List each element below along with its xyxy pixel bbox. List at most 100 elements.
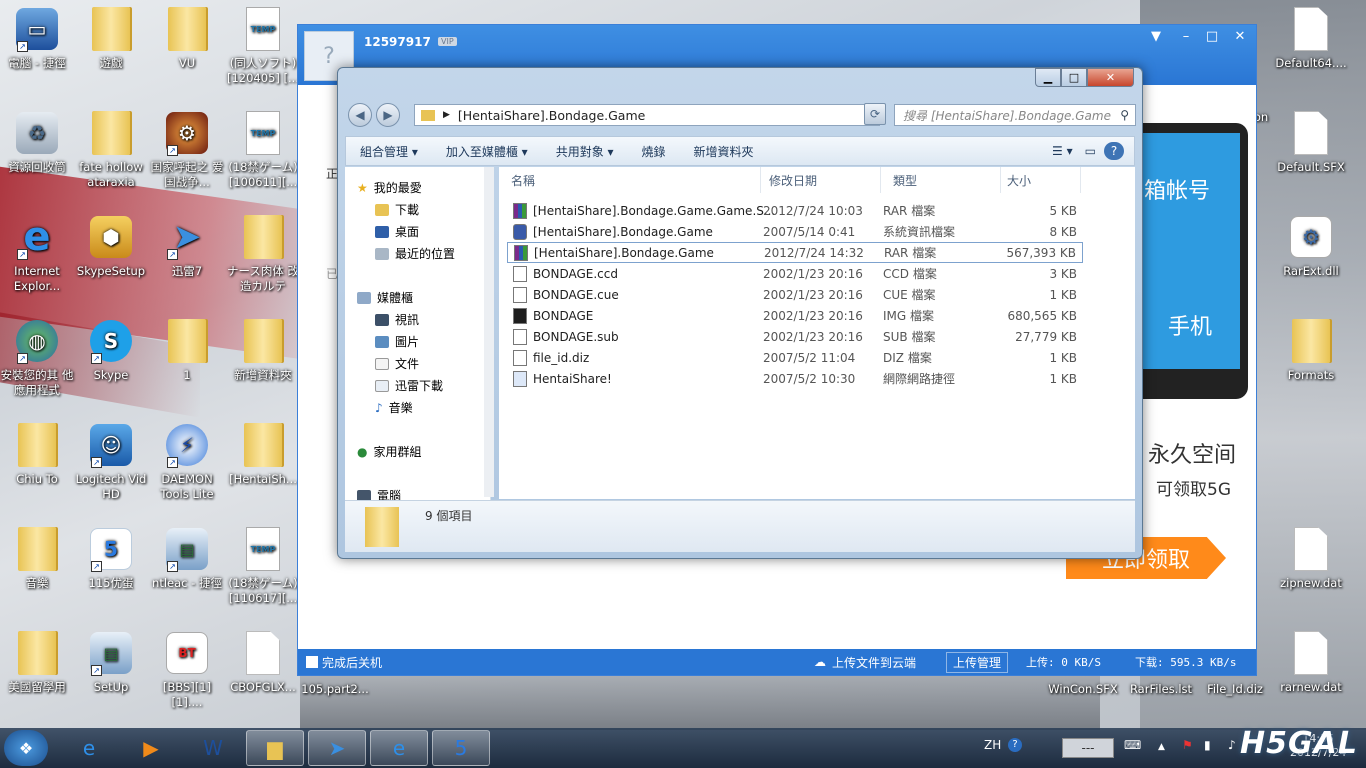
taskbar-word[interactable]: W xyxy=(184,730,242,766)
file-row[interactable]: [HentaiShare].Bondage.Game 2007/5/14 0:41… xyxy=(507,221,1083,242)
address-input[interactable]: ▶ [HentaiShare].Bondage.Game ▼ xyxy=(414,104,880,126)
column-size[interactable]: 大小 xyxy=(1001,167,1081,193)
forward-icon[interactable]: ▶ xyxy=(376,103,400,127)
minimize-icon[interactable]: ▁ xyxy=(1035,68,1061,87)
desktop-icon-item[interactable]: fate hollow ataraxia xyxy=(74,106,148,204)
upload-manage-button[interactable]: 上传管理 xyxy=(946,651,1009,673)
toolbar-button[interactable]: 組合管理 ▾ xyxy=(346,143,432,160)
shutdown-checkbox[interactable] xyxy=(306,656,318,668)
file-row[interactable]: BONDAGE 2002/1/23 20:16 IMG 檔案 680,565 KB xyxy=(507,305,1083,326)
help-icon[interactable]: ? xyxy=(1104,142,1124,160)
desktop-icon-item[interactable]: CBOFGLX... xyxy=(226,626,300,724)
taskbar-thunder[interactable]: ➤ xyxy=(308,730,366,766)
column-date[interactable]: 修改日期 xyxy=(761,167,881,193)
taskbar-explorer[interactable]: ▆ xyxy=(246,730,304,766)
desktop-icon-item[interactable]: BT [BBS][1][1].... xyxy=(150,626,224,724)
column-name[interactable]: 名稱 xyxy=(499,167,761,193)
column-type[interactable]: 類型 xyxy=(881,167,1001,193)
taskbar-ie[interactable]: e xyxy=(60,730,118,766)
file-row[interactable]: [HentaiShare].Bondage.Game 2012/7/24 14:3… xyxy=(507,242,1083,263)
close-icon[interactable]: ✕ xyxy=(1228,29,1252,44)
nav-homegroup[interactable]: ● 家用群組 xyxy=(357,443,422,460)
nav-documents[interactable]: 文件 xyxy=(375,355,419,372)
desktop-icon-item[interactable]: ▭ ↗ 電腦 - 捷徑 xyxy=(0,2,74,100)
desktop-icon-item[interactable]: TEMP (同人ソフト) [120405] [... xyxy=(226,2,300,100)
nav-pictures[interactable]: 圖片 xyxy=(375,333,419,350)
nav-scrollbar[interactable] xyxy=(484,167,494,497)
desktop-icon-item[interactable]: ⚙ ↗ 国家呼起之 爱国战争... xyxy=(150,106,224,204)
desktop-icon-item[interactable]: e ↗ Internet Explor... xyxy=(0,210,74,308)
desktop-icon-item[interactable]: 美國留學用 xyxy=(0,626,74,724)
maximize-icon[interactable]: □ xyxy=(1200,29,1224,44)
toolbar-button[interactable]: 燒錄 xyxy=(628,143,680,160)
desktop-icon-item[interactable]: zipnew.dat xyxy=(1274,522,1348,620)
view-options-icon[interactable]: ☰ ▾ xyxy=(1048,144,1077,158)
dropdown-icon[interactable]: ▼ xyxy=(1144,29,1168,44)
toolbar-button[interactable]: 新增資料夾 xyxy=(680,143,768,160)
nav-music[interactable]: ♪ 音樂 xyxy=(375,399,413,416)
desktop-icon-item[interactable]: 遊戲 xyxy=(74,2,148,100)
file-row[interactable]: HentaiShare! 2007/5/2 10:30 網際網路捷徑 1 KB xyxy=(507,368,1083,389)
desktop-icon-item[interactable]: S ↗ Skype xyxy=(74,314,148,412)
nav-favorites[interactable]: ★ 我的最愛 xyxy=(357,179,422,196)
taskbar-media-player[interactable]: ▶ xyxy=(122,730,180,766)
desktop-icon-item[interactable]: 新增資料夾 xyxy=(226,314,300,412)
nav-videos[interactable]: 視訊 xyxy=(375,311,419,328)
maximize-icon[interactable]: □ xyxy=(1061,68,1087,87)
file-row[interactable]: file_id.diz 2007/5/2 11:04 DIZ 檔案 1 KB xyxy=(507,347,1083,368)
file-row[interactable]: [HentaiShare].Bondage.Game.Game.S... 2012… xyxy=(507,200,1083,221)
preview-pane-icon[interactable]: ▭ xyxy=(1077,144,1104,158)
desktop-icon-item[interactable]: ♻ 資源回收筒 xyxy=(0,106,74,204)
desktop-icon-item[interactable]: 1 xyxy=(150,314,224,412)
desktop-icon-item[interactable]: ▤ ↗ ntleac - 捷徑 xyxy=(150,522,224,620)
language-indicator[interactable]: ZH xyxy=(984,738,1001,752)
help-icon[interactable]: ? xyxy=(1008,738,1022,752)
refresh-icon[interactable]: ⟳ xyxy=(864,103,886,125)
file-row[interactable]: BONDAGE.ccd 2002/1/23 20:16 CCD 檔案 3 KB xyxy=(507,263,1083,284)
battery-icon[interactable]: ▮ xyxy=(1204,738,1211,752)
volume-icon[interactable]: ♪ xyxy=(1228,738,1236,752)
toolbar-button[interactable]: 共用對象 ▾ xyxy=(542,143,628,160)
desktop-icon-item[interactable]: [HentaiSh... xyxy=(226,418,300,516)
desktop-icon-item[interactable]: 5 ↗ 115优蛋 xyxy=(74,522,148,620)
network-warning-icon[interactable]: ⚑ xyxy=(1182,738,1193,752)
nav-libraries[interactable]: 媒體櫃 xyxy=(357,289,413,306)
file-row[interactable]: BONDAGE.sub 2002/1/23 20:16 SUB 檔案 27,779 K… xyxy=(507,326,1083,347)
doc-icon xyxy=(1289,6,1333,52)
nav-desktop[interactable]: 桌面 xyxy=(375,223,419,240)
nav-downloads[interactable]: 下載 xyxy=(375,201,419,218)
desktop-icon-item[interactable]: rarnew.dat xyxy=(1274,626,1348,724)
file-row[interactable]: BONDAGE.cue 2002/1/23 20:16 CUE 檔案 1 KB xyxy=(507,284,1083,305)
taskbar-115[interactable]: 5 xyxy=(432,730,490,766)
input-method-box[interactable]: --- xyxy=(1062,738,1114,758)
desktop-icon-item[interactable]: Formats xyxy=(1274,314,1348,412)
desktop-icon-item[interactable]: ▤ ↗ SetUp xyxy=(74,626,148,724)
desktop-icon-item[interactable]: TEMP (18禁ゲーム) [110617][... xyxy=(226,522,300,620)
search-input[interactable]: 搜尋 [HentaiShare].Bondage.Game ⚲ xyxy=(894,104,1136,126)
desktop-icon-item[interactable]: ◍ ↗ 安裝您的其 他應用程式 xyxy=(0,314,74,412)
nav-thunder-downloads[interactable]: 迅雷下載 xyxy=(375,377,443,394)
nav-recent-places[interactable]: 最近的位置 xyxy=(375,245,455,262)
desktop-icon-item[interactable]: ⚙ RarExt.dll xyxy=(1274,210,1348,308)
file-type: RAR 檔案 xyxy=(883,204,936,218)
desktop-icon-item[interactable]: ⬢ SkypeSetup xyxy=(74,210,148,308)
desktop-icon-item[interactable]: 音樂 xyxy=(0,522,74,620)
keyboard-icon[interactable]: ⌨ xyxy=(1124,738,1141,752)
toolbar-button[interactable]: 加入至媒體櫃 ▾ xyxy=(432,143,542,160)
desktop-icon-item[interactable]: Chiu To xyxy=(0,418,74,516)
show-hidden-icons-icon[interactable]: ▲ xyxy=(1158,742,1165,752)
desktop-icon-item[interactable]: ナース肉体 改造カルテ xyxy=(226,210,300,308)
taskbar-ie-active[interactable]: e xyxy=(370,730,428,766)
close-icon[interactable]: ✕ xyxy=(1087,68,1134,87)
start-button[interactable]: ❖ xyxy=(4,730,48,766)
upload-to-cloud-link[interactable]: 上传文件到云端 xyxy=(832,654,916,671)
minimize-icon[interactable]: – xyxy=(1174,29,1198,44)
desktop-icon-item[interactable]: VU xyxy=(150,2,224,100)
desktop-icon-item[interactable]: ➤ ↗ 迅雷7 xyxy=(150,210,224,308)
back-icon[interactable]: ◀ xyxy=(348,103,372,127)
desktop-icon-item[interactable]: Default.SFX xyxy=(1274,106,1348,204)
desktop-icon-item[interactable]: TEMP (18禁ゲーム) [100611][... xyxy=(226,106,300,204)
desktop-icon-item[interactable]: ☺ ↗ Logitech Vid HD xyxy=(74,418,148,516)
search-icon[interactable]: ⚲ xyxy=(1120,108,1129,122)
desktop-icon-item[interactable]: ⚡ ↗ DAEMON Tools Lite xyxy=(150,418,224,516)
